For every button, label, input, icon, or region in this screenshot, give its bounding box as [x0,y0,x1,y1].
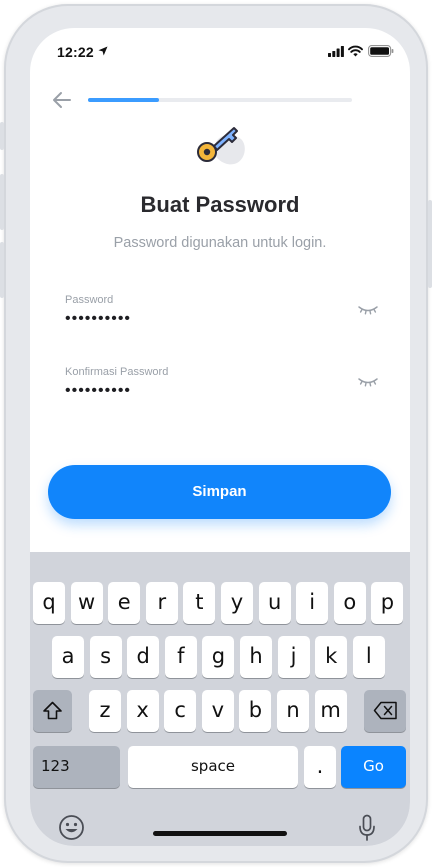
key-q[interactable]: q [33,582,65,624]
cellular-signal-icon [328,46,344,57]
page-subtitle: Password digunakan untuk login. [113,235,327,251]
key-p[interactable]: p [371,582,404,624]
key-m[interactable]: m [314,690,347,732]
eye-closed-icon[interactable] [357,303,379,317]
shift-icon [43,701,62,720]
key-y[interactable]: y [221,582,253,624]
key-f[interactable]: f [164,636,197,678]
microphone-icon[interactable] [358,814,376,842]
key-d[interactable]: d [127,636,160,678]
key-v[interactable]: v [201,690,234,732]
phone-side-button [428,200,432,288]
page-title: Buat Password [140,192,300,217]
save-button[interactable]: Simpan [48,465,391,519]
key-k[interactable]: k [315,636,348,678]
confirm-password-input[interactable]: •••••••••• [65,382,335,404]
status-time: 12:22 [57,44,94,60]
key-z[interactable]: z [89,690,121,732]
phone-frame: 12:22 Buat Password Password digunakan u… [0,4,432,863]
progress-bar [88,98,352,102]
shift-key[interactable] [33,690,72,732]
key-l[interactable]: l [352,636,385,678]
screen: 12:22 Buat Password Password digunakan u… [30,28,410,846]
numbers-key[interactable]: 123 [33,746,120,788]
key-i[interactable]: i [296,582,329,624]
key-e[interactable]: e [108,582,141,624]
back-arrow-icon[interactable] [50,88,74,112]
key-n[interactable]: n [277,690,309,732]
key-b[interactable]: b [239,690,272,732]
confirm-password-label: Konfirmasi Password [65,366,169,378]
key-u[interactable]: u [258,582,291,624]
keyboard: qwertyuiop asdfghjkl zxcvbnm 123 space .… [30,552,410,846]
status-bar: 12:22 [30,28,410,76]
battery-icon [368,45,394,57]
delete-key[interactable] [364,690,406,732]
password-input[interactable]: •••••••••• [65,310,335,332]
phone-side-button [0,242,4,298]
confirm-password-field: Konfirmasi Password •••••••••• [65,366,379,410]
go-key[interactable]: Go [341,746,406,788]
key-icon [197,127,245,165]
key-c[interactable]: c [164,690,197,732]
key-h[interactable]: h [240,636,272,678]
home-indicator [153,831,287,836]
key-r[interactable]: r [145,582,178,624]
key-w[interactable]: w [70,582,103,624]
key-j[interactable]: j [277,636,310,678]
location-arrow-icon [98,46,108,56]
key-a[interactable]: a [52,636,84,678]
key-o[interactable]: o [333,582,366,624]
key-t[interactable]: t [183,582,216,624]
backspace-icon [373,701,397,720]
password-field: Password •••••••••• [65,294,379,338]
progress-fill [88,98,160,102]
space-key[interactable]: space [128,746,298,788]
emoji-icon[interactable] [58,814,85,841]
phone-side-button [0,174,4,230]
key-g[interactable]: g [202,636,235,678]
password-label: Password [65,294,114,306]
key-s[interactable]: s [89,636,122,678]
key-x[interactable]: x [126,690,159,732]
phone-side-button [0,122,4,150]
eye-closed-icon[interactable] [357,375,379,389]
period-key[interactable]: . [304,746,336,788]
wifi-icon [348,45,363,57]
